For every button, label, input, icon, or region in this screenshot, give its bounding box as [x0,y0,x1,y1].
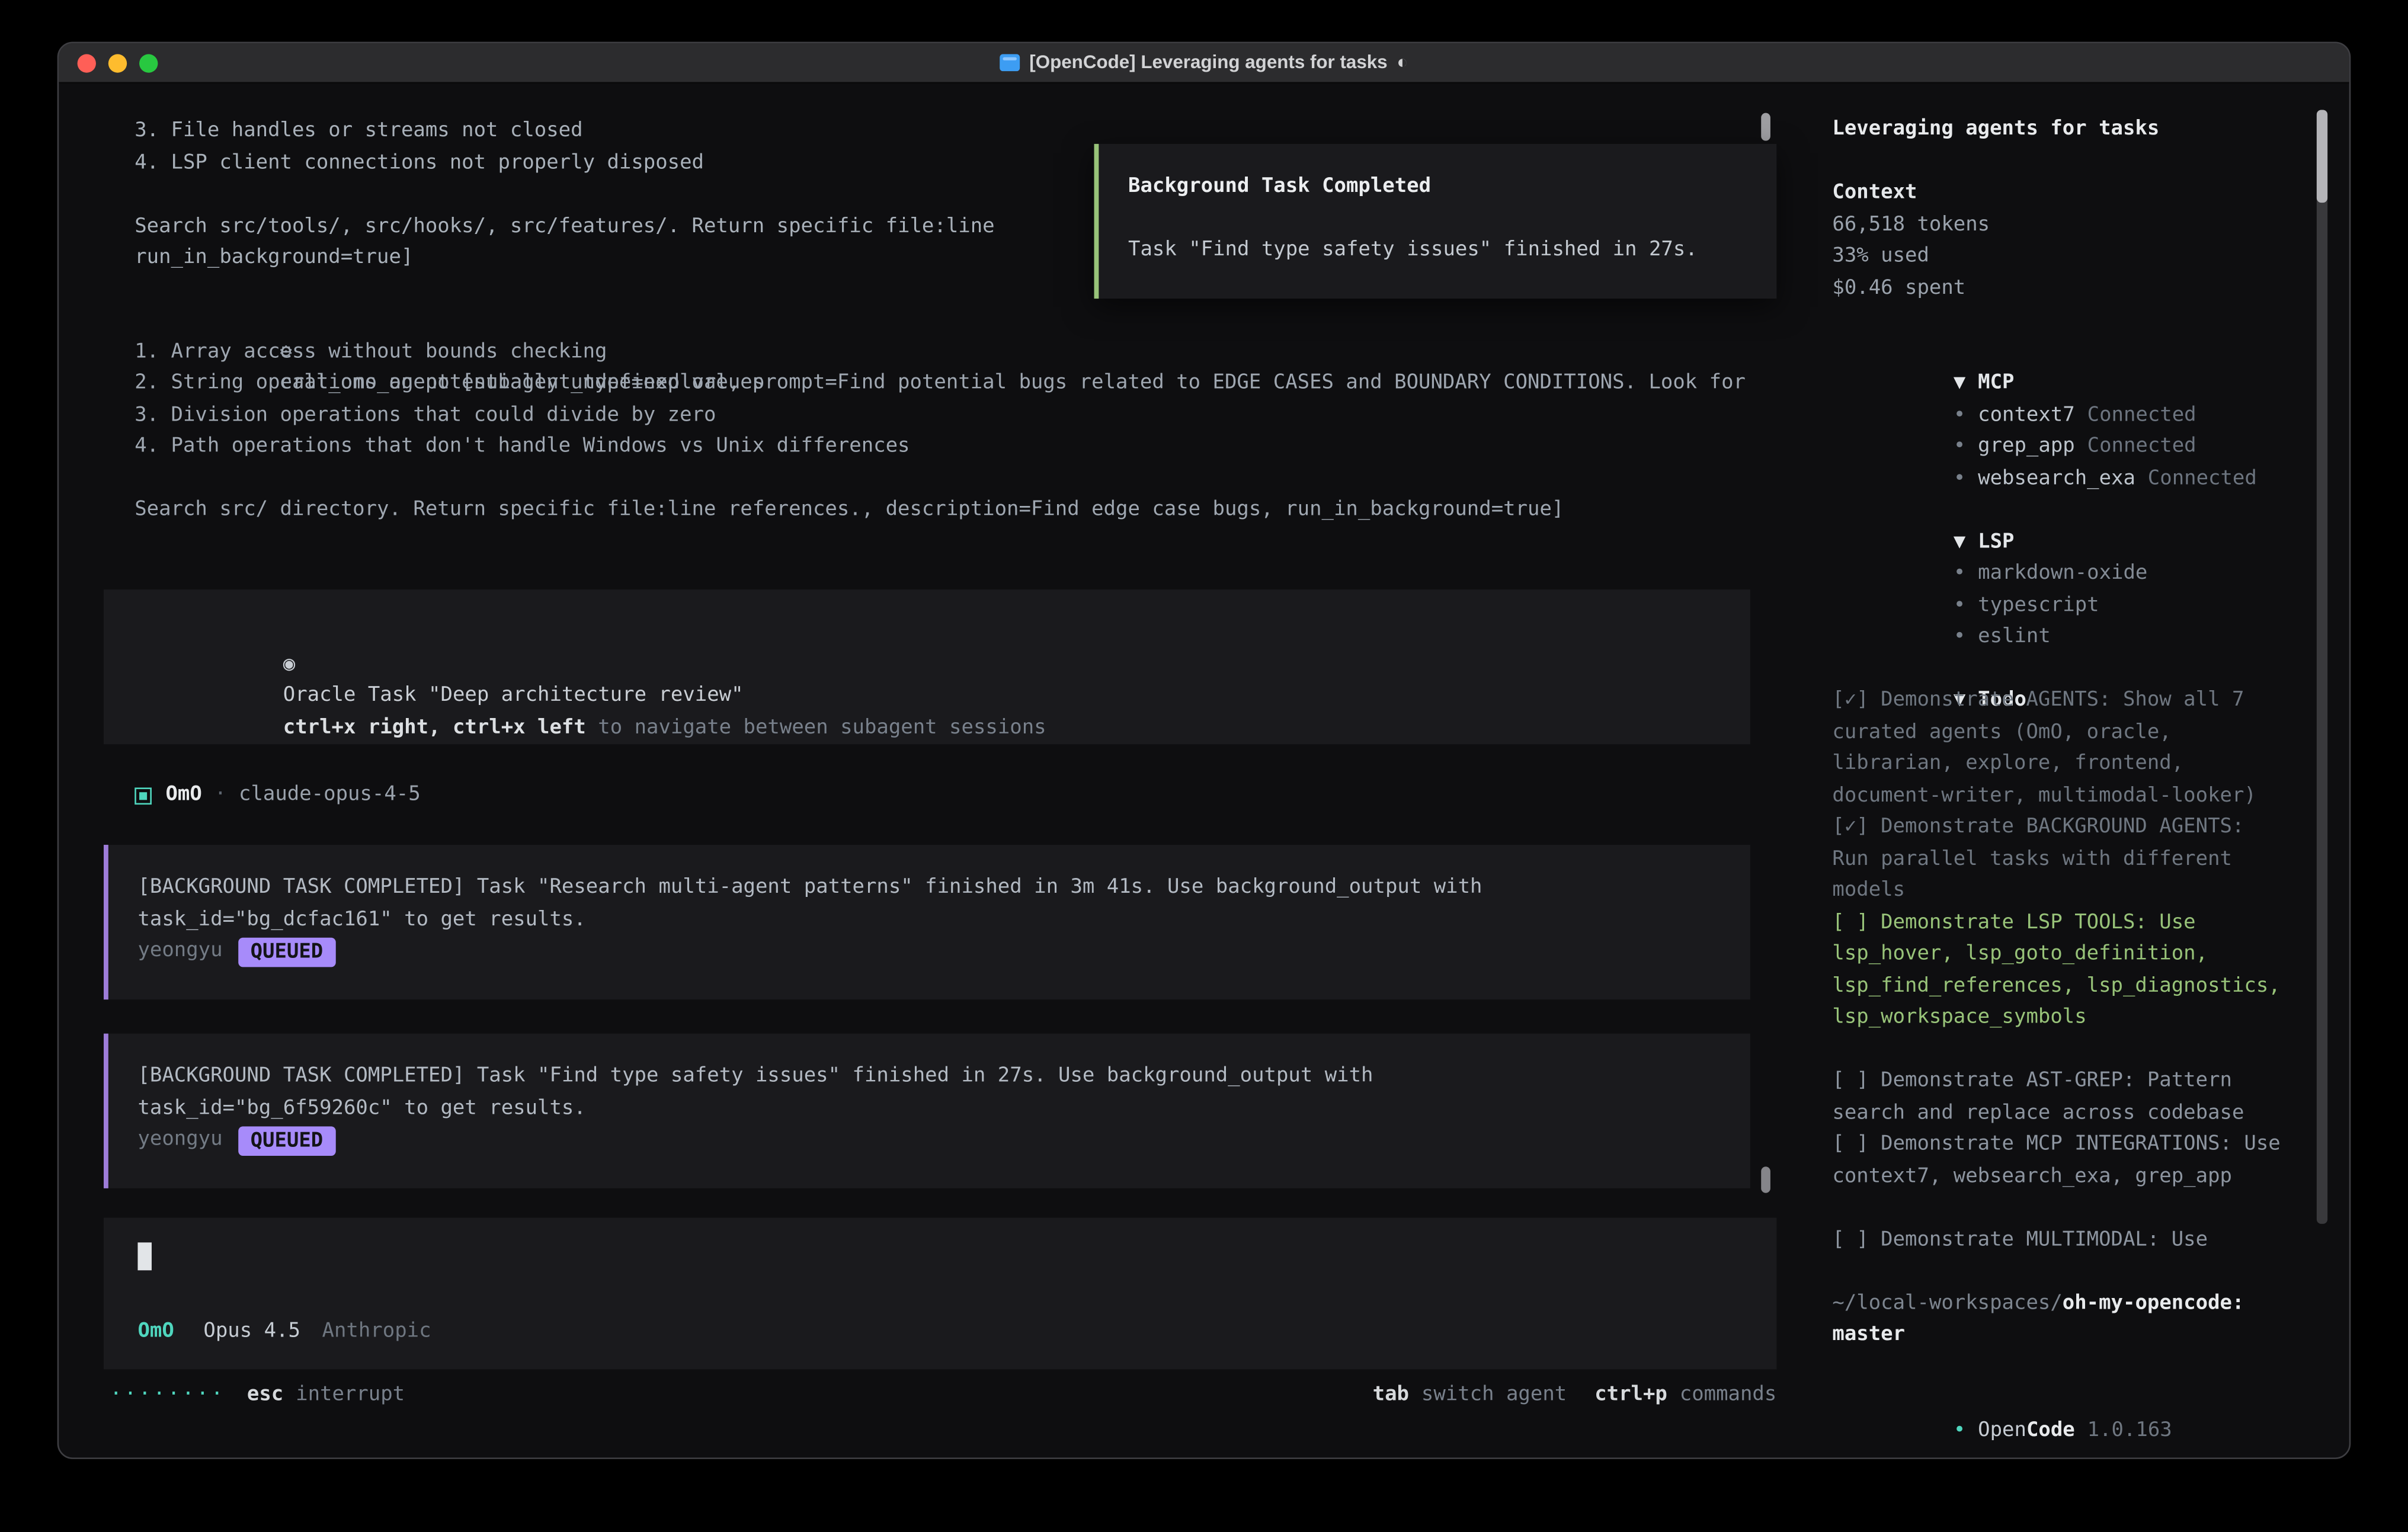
active-model-label: Opus 4.5 [203,1316,300,1348]
context-used: 33% used [1832,241,2288,273]
blank-line [135,180,994,211]
status-bar: ········ esc interrupt tab switch agent … [110,1380,1776,1412]
version-number: 1.0.163 [2087,1418,2172,1441]
bullet-icon: • [1954,435,1965,458]
message-author: yeongyu [137,1125,222,1157]
sidebar-scrollbar-thumb[interactable] [2317,110,2327,203]
context-heading: Context [1832,178,2288,210]
chat-pane[interactable]: 3. File handles or streams not closed 4.… [59,82,1807,1457]
terminal-line: Search src/tools/, src/hooks/, src/featu… [135,211,994,243]
chevron-down-icon: ▼ [1954,371,1965,395]
tool-call-header: ⚙ call_omo_agent [subagent_type=explore,… [135,305,1746,337]
tab-key-hint: tab [1373,1380,1409,1412]
message-text-line: [BACKGROUND TASK COMPLETED] Task "Resear… [137,873,1716,905]
message-meta: yeongyu QUEUED [137,936,1716,968]
zoom-window-button[interactable] [139,53,158,72]
agent-name: OmO [165,780,201,812]
close-window-button[interactable] [78,53,96,72]
todo-item: [ ] Demonstrate LSP TOOLS: Use lsp_hover… [1832,908,2288,1034]
context-spent: $0.46 spent [1832,273,2288,305]
agent-header: OmO · claude-opus-4-5 [135,780,420,812]
hint-text: to navigate between subagent sessions [586,716,1046,739]
workspace-path: ~/local-workspaces/oh-my-opencode: [1832,1288,2288,1320]
todo-item: [ ] Demonstrate MCP INTEGRATIONS: Use co… [1832,1130,2288,1193]
terminal-line: 3. File handles or streams not closed [135,116,994,148]
todo-item: [ ] Demonstrate AST-GREP: Pattern search… [1832,1066,2288,1130]
bullet-icon: • [1954,1418,1965,1441]
bullet-icon: • [1954,625,1965,648]
active-agent-label: OmO [137,1316,174,1348]
status-badge: QUEUED [238,1126,335,1156]
tool-call-item: 3. Division operations that could divide… [135,400,1746,432]
traffic-lights [78,43,158,82]
hint-keys: ctrl+x right, ctrl+x left [283,716,586,739]
chevron-down-icon: ▼ [1954,530,1965,553]
window-title-text: [OpenCode] Leveraging agents for tasks [1029,47,1387,79]
message-text-line: [BACKGROUND TASK COMPLETED] Task "Find t… [137,1062,1716,1094]
spinner-icon: ◐ [1397,47,1408,79]
terminal-line: run_in_background=true] [135,243,994,275]
context-tokens: 66,518 tokens [1832,210,2288,242]
esc-key-hint: esc [247,1380,283,1412]
tool-call-footer: Search src/ directory. Return specific f… [135,495,1746,527]
terminal-line: 4. LSP client connections not properly d… [135,148,994,180]
mcp-section-header[interactable]: ▼MCP [1832,336,2288,368]
chat-scrollbar-thumb[interactable] [1761,1166,1770,1193]
status-left: ········ esc interrupt [110,1380,405,1412]
oracle-task-title: ◉ Oracle Task "Deep architecture review" [137,617,1716,649]
background-task-message: [BACKGROUND TASK COMPLETED] Task "Find t… [104,1034,1750,1188]
terminal-window: [OpenCode] Leveraging agents for tasks ◐… [57,42,2351,1459]
bullet-icon: • [1954,562,1965,585]
bullet-icon: • [1954,466,1965,489]
version-line: •OpenCode1.0.163 [1832,1383,2288,1415]
toast-body: Task "Find type safety issues" finished … [1128,235,1776,267]
text-cursor [137,1242,152,1270]
bullet-icon: • [1954,594,1965,617]
message-meta: yeongyu QUEUED [137,1125,1716,1157]
session-title: Leveraging agents for tasks [1832,114,2288,146]
esc-key-label: interrupt [296,1380,405,1412]
window-title: [OpenCode] Leveraging agents for tasks ◐ [1000,47,1408,79]
todo-item: [ ] Demonstrate MULTIMODAL: Use [1832,1225,2288,1257]
agent-icon [135,787,152,805]
tool-call-item: 4. Path operations that don't handle Win… [135,432,1746,464]
scrollback-text: 3. File handles or streams not closed 4.… [135,116,994,275]
todo-item: [✓] Demonstrate AGENTS: Show all 7 curat… [1832,685,2288,812]
bullet-icon: • [1954,403,1965,426]
tool-call-item: 1. Array access without bounds checking [135,336,1746,368]
message-text-line: task_id="bg_6f59260c" to get results. [137,1093,1716,1125]
git-branch: master [1832,1320,2288,1352]
message-author: yeongyu [137,936,222,968]
commands-key-label: commands [1680,1380,1777,1412]
oracle-icon: ◉ [283,652,295,675]
provider-label: Anthropic [322,1316,431,1348]
window-content: 3. File handles or streams not closed 4.… [59,82,2349,1457]
document-icon [1000,54,1020,71]
tool-call-block: ⚙ call_omo_agent [subagent_type=explore,… [135,305,1746,527]
minimize-window-button[interactable] [108,53,127,72]
todo-item: [✓] Demonstrate BACKGROUND AGENTS: Run p… [1832,812,2288,908]
tab-key-label: switch agent [1421,1380,1567,1412]
commands-key-hint: ctrl+p [1594,1380,1667,1412]
status-right: tab switch agent ctrl+p commands [1373,1380,1777,1412]
spinner-dots: ········ [110,1380,225,1412]
chat-scrollbar-thumb[interactable] [1761,113,1770,141]
toast-title: Background Task Completed [1128,172,1776,204]
oracle-task-box: ◉ Oracle Task "Deep architecture review"… [104,589,1750,744]
toast-notification: Background Task Completed Task "Find typ… [1094,144,1777,299]
agent-model: claude-opus-4-5 [239,780,421,812]
window-titlebar[interactable]: [OpenCode] Leveraging agents for tasks ◐ [59,43,2349,84]
screen: [OpenCode] Leveraging agents for tasks ◐… [0,0,2408,1532]
divider-dot: · [214,780,226,812]
background-task-message: [BACKGROUND TASK COMPLETED] Task "Resear… [104,845,1750,999]
status-badge: QUEUED [238,937,335,967]
sidebar-scrollbar-track[interactable] [2317,110,2327,1223]
message-text-line: task_id="bg_dcfac161" to get results. [137,905,1716,937]
prompt-input[interactable]: OmO Opus 4.5 Anthropic [104,1217,1776,1369]
sidebar[interactable]: Leveraging agents for tasks Context 66,5… [1832,114,2288,1415]
input-meta: OmO Opus 4.5 Anthropic [137,1316,431,1348]
agent-icon-dot [139,792,147,800]
